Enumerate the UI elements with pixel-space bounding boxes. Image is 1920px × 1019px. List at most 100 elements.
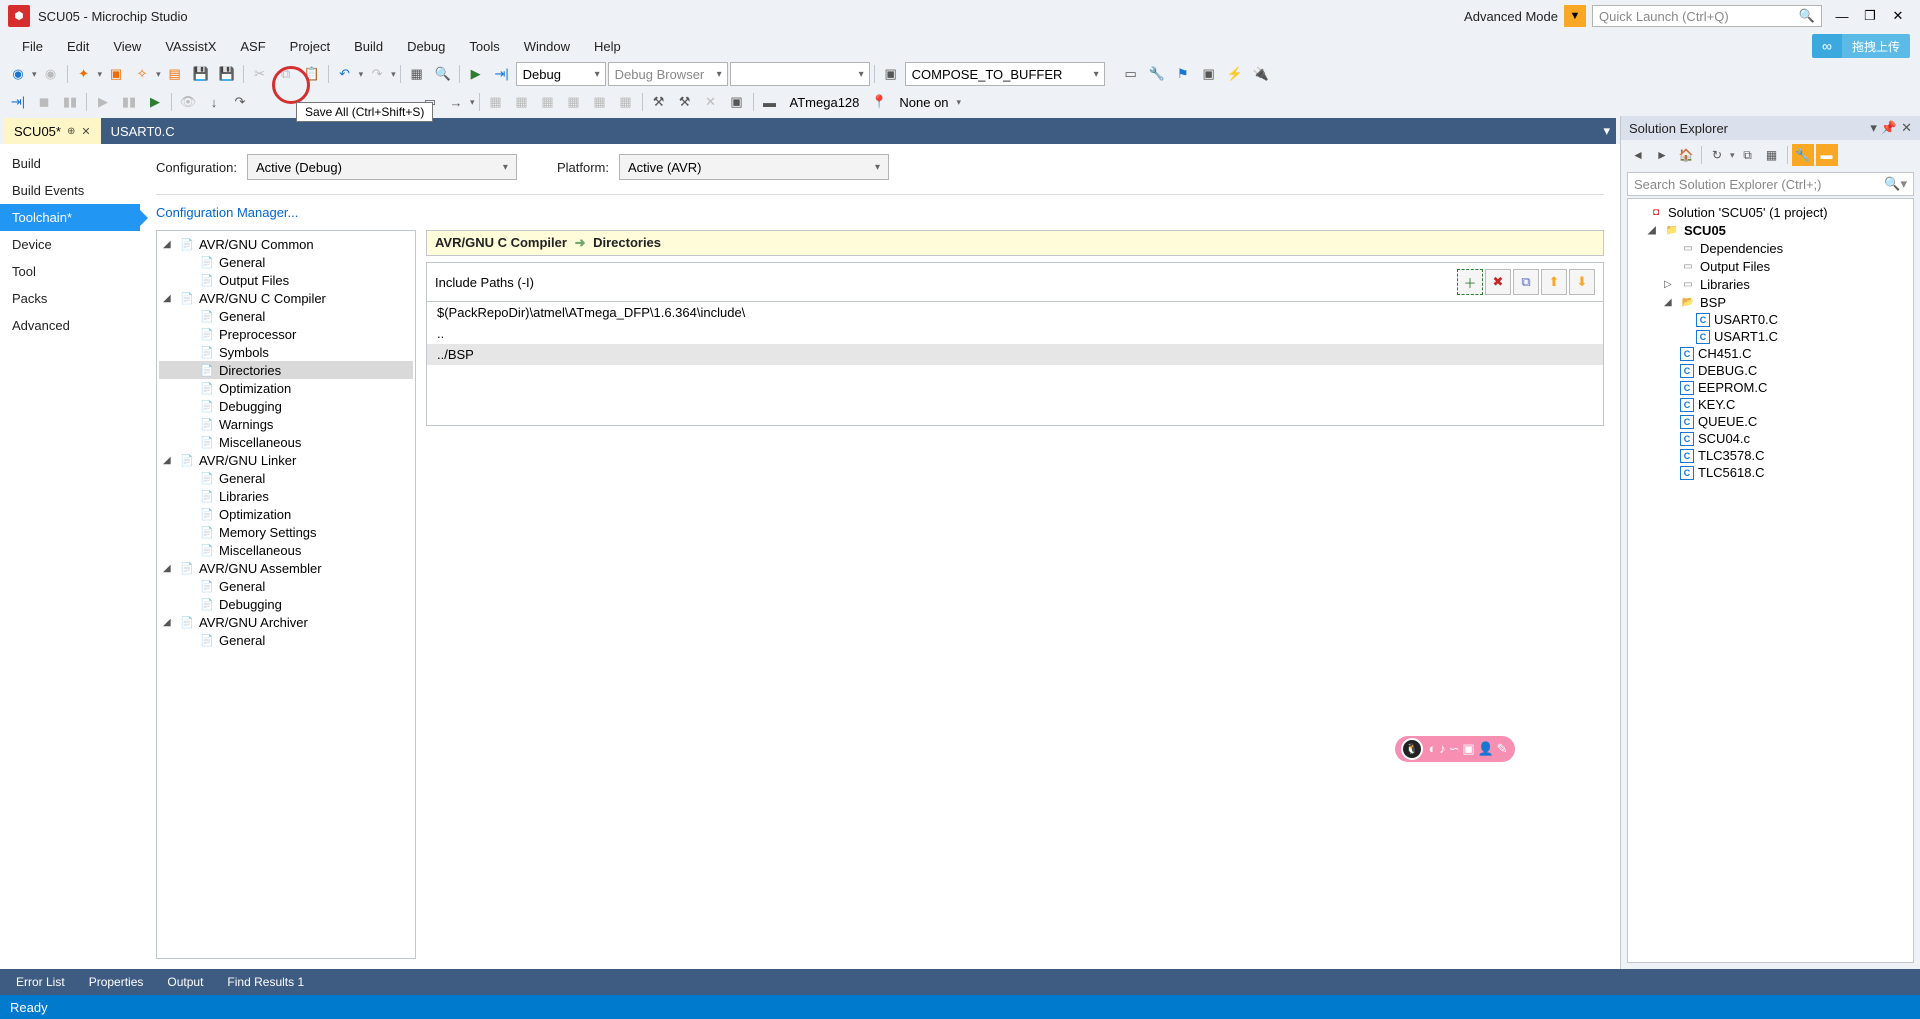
plug-icon[interactable]: 🔌 — [1249, 62, 1273, 86]
menu-tools[interactable]: Tools — [457, 39, 511, 54]
toolchain-node[interactable]: 📄Libraries — [159, 487, 413, 505]
nav-device[interactable]: Device — [0, 231, 140, 258]
grid1-icon[interactable]: ▦ — [484, 90, 508, 114]
nav-tool[interactable]: Tool — [0, 258, 140, 285]
nav-buildevents[interactable]: Build Events — [0, 177, 140, 204]
bolt-icon[interactable]: ⚡ — [1223, 62, 1247, 86]
new-file-icon[interactable]: ✧ — [130, 62, 154, 86]
toolchain-node[interactable]: 📄Miscellaneous — [159, 433, 413, 451]
configuration-select[interactable]: Active (Debug) — [247, 154, 517, 180]
nav-packs[interactable]: Packs — [0, 285, 140, 312]
toolchain-node[interactable]: 📄Debugging — [159, 595, 413, 613]
sln-fwd-icon[interactable]: ► — [1651, 144, 1673, 166]
debug-step-icon[interactable]: ⇥| — [6, 90, 30, 114]
toolchain-node[interactable]: 📄Debugging — [159, 397, 413, 415]
window-icon[interactable]: ▭ — [1119, 62, 1143, 86]
nav-advanced[interactable]: Advanced — [0, 312, 140, 339]
solution-node[interactable]: ◢📂BSP — [1630, 293, 1911, 311]
toolchain-node[interactable]: 📄Memory Settings — [159, 523, 413, 541]
arrow-icon[interactable]: → — [444, 90, 468, 114]
panel-dropdown-icon[interactable]: ▾ — [1870, 120, 1877, 136]
solution-explorer-search[interactable]: Search Solution Explorer (Ctrl+;) 🔍▾ — [1627, 172, 1914, 196]
grid5-icon[interactable]: ▦ — [588, 90, 612, 114]
nav-toolchain[interactable]: Toolchain* — [0, 204, 140, 231]
upload-badge[interactable]: ∞ 拖拽上传 — [1812, 34, 1910, 58]
edit-path-button[interactable]: ⧉ — [1513, 269, 1539, 295]
menu-window[interactable]: Window — [512, 39, 582, 54]
device-label[interactable]: ATmega128 — [784, 95, 866, 110]
solution-node[interactable]: CKEY.C — [1630, 396, 1911, 413]
include-paths-list[interactable]: $(PackRepoDir)\atmel\ATmega_DFP\1.6.364\… — [427, 301, 1603, 365]
zoom-icon[interactable]: 🔍 — [431, 62, 455, 86]
solution-node[interactable]: CTLC5618.C — [1630, 464, 1911, 481]
include-path-item[interactable]: ../BSP — [427, 344, 1603, 365]
toolchain-node[interactable]: ◢📄AVR/GNU Assembler — [159, 559, 413, 577]
toolchain-node[interactable]: 📄Optimization — [159, 505, 413, 523]
nav-back-icon[interactable]: ◉ — [6, 62, 30, 86]
qq-float-badge[interactable]: 🐧 ◐♪∽▣👤✎ — [1395, 736, 1515, 762]
step-into-icon[interactable]: ↓ — [202, 90, 226, 114]
start-debug-icon[interactable]: ▶ — [464, 62, 488, 86]
menu-file[interactable]: File — [10, 39, 55, 54]
menu-view[interactable]: View — [101, 39, 153, 54]
grid6-icon[interactable]: ▦ — [614, 90, 638, 114]
redo-icon[interactable]: ↷ — [365, 62, 389, 86]
solution-node[interactable]: CTLC3578.C — [1630, 447, 1911, 464]
toolchain-node[interactable]: ◢📄AVR/GNU Archiver — [159, 613, 413, 631]
toolchain-node[interactable]: ◢📄AVR/GNU Common — [159, 235, 413, 253]
quick-launch-input[interactable]: Quick Launch (Ctrl+Q) 🔍 — [1592, 5, 1822, 27]
bookmark-icon[interactable]: ▣ — [879, 62, 903, 86]
flag-icon[interactable]: ⚑ — [1171, 62, 1195, 86]
move-up-button[interactable]: ⬆ — [1541, 269, 1567, 295]
document-tab[interactable]: USART0.C — [101, 118, 185, 144]
save-icon[interactable]: 💾 — [189, 62, 213, 86]
compose-combo[interactable]: COMPOSE_TO_BUFFER — [905, 62, 1105, 86]
toolchain-node[interactable]: 📄General — [159, 631, 413, 649]
grid2-icon[interactable]: ▦ — [510, 90, 534, 114]
solution-node[interactable]: ▭Dependencies — [1630, 239, 1911, 257]
toolchain-tree[interactable]: ◢📄AVR/GNU Common 📄General 📄Output Files ◢📄A… — [156, 230, 416, 959]
tool-label[interactable]: None on — [893, 95, 954, 110]
run-icon[interactable]: ▶ — [91, 90, 115, 114]
minimize-button[interactable]: — — [1832, 6, 1852, 26]
toolchain-node[interactable]: 📄Warnings — [159, 415, 413, 433]
include-path-item[interactable]: .. — [427, 323, 1603, 344]
eye-icon[interactable]: 👁 — [176, 90, 200, 114]
sln-properties-icon[interactable]: 🔧 — [1792, 144, 1814, 166]
toolchain-node[interactable]: 📄Preprocessor — [159, 325, 413, 343]
sln-refresh-icon[interactable]: ↻ — [1706, 144, 1728, 166]
configuration-manager-link[interactable]: Configuration Manager... — [156, 205, 1604, 220]
solution-tree[interactable]: ◘Solution 'SCU05' (1 project)◢📁SCU05▭Dep… — [1627, 198, 1914, 963]
bottom-tab-error-list[interactable]: Error List — [6, 969, 75, 995]
bottom-tab-output[interactable]: Output — [157, 969, 213, 995]
solution-node[interactable]: CSCU04.c — [1630, 430, 1911, 447]
nav-forward-icon[interactable]: ◉ — [39, 62, 63, 86]
menu-edit[interactable]: Edit — [55, 39, 101, 54]
solution-node[interactable]: ◢📁SCU05 — [1630, 221, 1911, 239]
configuration-combo[interactable]: Debug — [516, 62, 606, 86]
step-over-icon[interactable]: ⇥| — [490, 62, 514, 86]
sln-showall-icon[interactable]: ▦ — [1761, 144, 1783, 166]
toolchain-node[interactable]: 📄Directories — [159, 361, 413, 379]
grid-icon[interactable]: ▦ — [405, 62, 429, 86]
move-down-button[interactable]: ⬇ — [1569, 269, 1595, 295]
menu-debug[interactable]: Debug — [395, 39, 457, 54]
nav-build[interactable]: Build — [0, 150, 140, 177]
grid4-icon[interactable]: ▦ — [562, 90, 586, 114]
platform-select[interactable]: Active (AVR) — [619, 154, 889, 180]
solution-node[interactable]: ▷▭Libraries — [1630, 275, 1911, 293]
bottom-tab-find-results-1[interactable]: Find Results 1 — [217, 969, 314, 995]
play-icon[interactable]: ▶ — [143, 90, 167, 114]
open-file-icon[interactable]: ▤ — [163, 62, 187, 86]
new-project-icon[interactable]: ✦ — [72, 62, 96, 86]
pause2-icon[interactable]: ▮▮ — [117, 90, 141, 114]
toolchain-node[interactable]: 📄General — [159, 469, 413, 487]
tool-icon[interactable]: 📍 — [867, 90, 891, 114]
toolchain-node[interactable]: 📄Output Files — [159, 271, 413, 289]
solution-node[interactable]: CQUEUE.C — [1630, 413, 1911, 430]
close-button[interactable]: ✕ — [1888, 6, 1908, 26]
advanced-mode-icon[interactable]: ▼ — [1564, 5, 1586, 27]
remove-path-button[interactable]: ✖ — [1485, 269, 1511, 295]
bottom-tab-properties[interactable]: Properties — [79, 969, 154, 995]
add-path-button[interactable]: ＋ — [1457, 269, 1483, 295]
